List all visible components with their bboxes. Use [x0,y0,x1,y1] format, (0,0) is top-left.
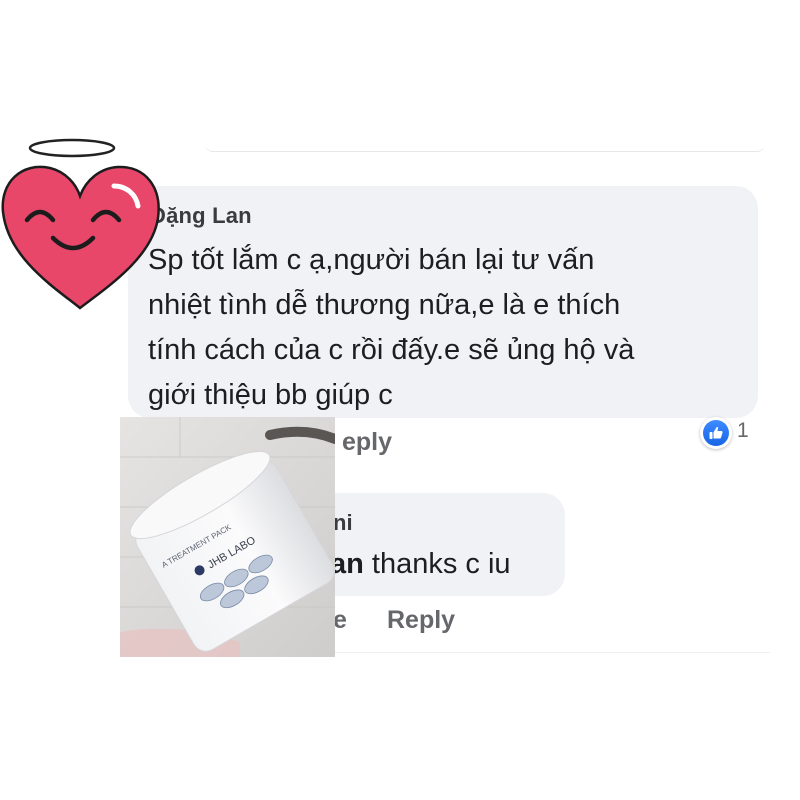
comment-line: nhiệt tình dễ thương nữa,e là e thích [148,289,621,321]
like-thumbs-up-icon [703,420,729,446]
comment-line: giới thiệu bb giúp c [148,379,393,411]
reaction-count: 1 [737,419,749,442]
product-photo: A TREATMENT PACK JHB LABO [120,417,335,657]
comment-line: tính cách của c rồi đấy.e sẽ ủng hộ và [148,334,635,366]
reply-author[interactable]: ni [333,510,353,536]
comment-author[interactable]: Đặng Lan [150,203,252,229]
reply-reply-button[interactable]: Reply [387,606,455,635]
reply-mention[interactable]: an [330,548,364,580]
comment-reply-button[interactable]: eply [342,428,392,457]
reply-like-button[interactable]: e [333,606,347,635]
reply-message: thanks c iu [363,548,511,580]
heart-sticker [0,130,165,310]
like-reaction-badge[interactable] [700,417,732,449]
comment-text: Sp tốt lắm c ạ,người bán lại tư vấn nhiệ… [148,238,738,418]
reply-text: an thanks c iu [330,548,511,581]
heart-icon [1,165,160,310]
previous-comment-edge [205,143,765,152]
halo-icon [28,138,116,158]
comment-line: Sp tốt lắm c ạ,người bán lại tư vấn [148,244,595,276]
thread-divider [330,652,770,653]
